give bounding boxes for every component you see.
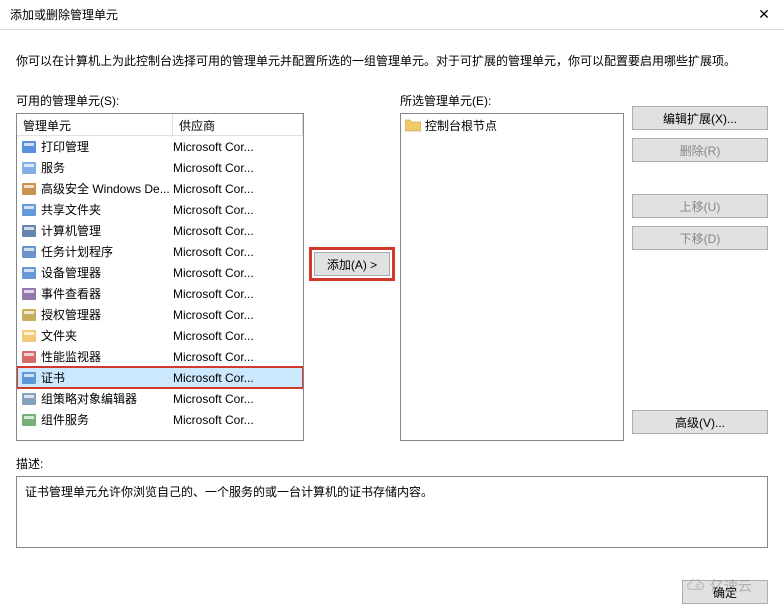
snapin-name: 文件夹 <box>41 327 173 344</box>
list-item[interactable]: 性能监视器 Microsoft Cor... <box>17 346 303 367</box>
list-body[interactable]: 打印管理 Microsoft Cor... 服务 Microsoft Cor..… <box>17 136 303 441</box>
window-title: 添加或删除管理单元 <box>10 6 118 23</box>
list-item[interactable]: 打印管理 Microsoft Cor... <box>17 136 303 157</box>
snapin-vendor: Microsoft Cor... <box>173 287 303 301</box>
snapin-vendor: Microsoft Cor... <box>173 266 303 280</box>
list-item[interactable]: 高级安全 Windows De... Microsoft Cor... <box>17 178 303 199</box>
snapin-name: 共享文件夹 <box>41 201 173 218</box>
list-item[interactable]: 事件查看器 Microsoft Cor... <box>17 283 303 304</box>
folder-icon <box>21 328 37 344</box>
gear-icon <box>21 160 37 176</box>
move-up-button[interactable]: 上移(U) <box>632 194 768 218</box>
snapin-vendor: Microsoft Cor... <box>173 182 303 196</box>
cert-icon <box>21 370 37 386</box>
printer-icon <box>21 139 37 155</box>
ok-button[interactable]: 确定 <box>682 580 768 604</box>
snapin-vendor: Microsoft Cor... <box>173 203 303 217</box>
snapin-vendor: Microsoft Cor... <box>173 329 303 343</box>
snapin-vendor: Microsoft Cor... <box>173 392 303 406</box>
description-text: 证书管理单元允许你浏览自己的、一个服务的或一台计算机的证书存储内容。 <box>25 485 433 499</box>
available-label: 可用的管理单元(S): <box>16 92 304 109</box>
snapin-vendor: Microsoft Cor... <box>173 371 303 385</box>
snapin-name: 高级安全 Windows De... <box>41 180 173 197</box>
intro-text: 你可以在计算机上为此控制台选择可用的管理单元并配置所选的一组管理单元。对于可扩展… <box>16 52 768 70</box>
snapin-name: 打印管理 <box>41 138 173 155</box>
available-listbox[interactable]: 管理单元 供应商 打印管理 Microsoft Cor... 服务 Micros… <box>16 113 304 441</box>
list-item[interactable]: 组件服务 Microsoft Cor... <box>17 409 303 430</box>
description-label: 描述: <box>16 455 768 472</box>
list-item[interactable]: 组策略对象编辑器 Microsoft Cor... <box>17 388 303 409</box>
list-item[interactable]: 授权管理器 Microsoft Cor... <box>17 304 303 325</box>
list-item[interactable]: 服务 Microsoft Cor... <box>17 157 303 178</box>
close-icon: ✕ <box>758 6 770 23</box>
remove-button[interactable]: 删除(R) <box>632 138 768 162</box>
list-item[interactable]: 任务计划程序 Microsoft Cor... <box>17 241 303 262</box>
snapin-vendor: Microsoft Cor... <box>173 161 303 175</box>
device-icon <box>21 265 37 281</box>
clock-icon <box>21 244 37 260</box>
folder-icon <box>405 118 421 132</box>
snapin-vendor: Microsoft Cor... <box>173 413 303 427</box>
snapin-name: 事件查看器 <box>41 285 173 302</box>
selected-tree[interactable]: 控制台根节点 <box>400 113 624 441</box>
list-item[interactable]: 计算机管理 Microsoft Cor... <box>17 220 303 241</box>
snapin-name: 组件服务 <box>41 411 173 428</box>
gpo-icon <box>21 391 37 407</box>
description-box: 证书管理单元允许你浏览自己的、一个服务的或一台计算机的证书存储内容。 <box>16 476 768 548</box>
edit-extensions-button[interactable]: 编辑扩展(X)... <box>632 106 768 130</box>
event-icon <box>21 286 37 302</box>
list-item[interactable]: 文件夹 Microsoft Cor... <box>17 325 303 346</box>
snapin-name: 计算机管理 <box>41 222 173 239</box>
snapin-name: 服务 <box>41 159 173 176</box>
snapin-name: 证书 <box>41 369 173 386</box>
list-item[interactable]: 证书 Microsoft Cor... <box>17 367 303 388</box>
snapin-vendor: Microsoft Cor... <box>173 350 303 364</box>
computer-icon <box>21 223 37 239</box>
list-item[interactable]: 设备管理器 Microsoft Cor... <box>17 262 303 283</box>
list-item[interactable]: 共享文件夹 Microsoft Cor... <box>17 199 303 220</box>
snapin-name: 设备管理器 <box>41 264 173 281</box>
header-vendor[interactable]: 供应商 <box>173 114 303 135</box>
snapin-name: 组策略对象编辑器 <box>41 390 173 407</box>
snapin-name: 授权管理器 <box>41 306 173 323</box>
comp-icon <box>21 412 37 428</box>
header-name[interactable]: 管理单元 <box>17 114 173 135</box>
perf-icon <box>21 349 37 365</box>
add-button[interactable]: 添加(A) > <box>314 252 390 276</box>
snapin-vendor: Microsoft Cor... <box>173 245 303 259</box>
tree-root-item[interactable]: 控制台根节点 <box>403 116 621 134</box>
snapin-vendor: Microsoft Cor... <box>173 224 303 238</box>
snapin-vendor: Microsoft Cor... <box>173 140 303 154</box>
share-icon <box>21 202 37 218</box>
titlebar: 添加或删除管理单元 ✕ <box>0 0 784 30</box>
tree-root-label: 控制台根节点 <box>425 117 497 134</box>
list-header: 管理单元 供应商 <box>17 114 303 136</box>
auth-icon <box>21 307 37 323</box>
selected-label: 所选管理单元(E): <box>400 92 624 109</box>
snapin-vendor: Microsoft Cor... <box>173 308 303 322</box>
snapin-name: 任务计划程序 <box>41 243 173 260</box>
advanced-button[interactable]: 高级(V)... <box>632 410 768 434</box>
snapin-name: 性能监视器 <box>41 348 173 365</box>
close-button[interactable]: ✕ <box>744 1 784 29</box>
firewall-icon <box>21 181 37 197</box>
move-down-button[interactable]: 下移(D) <box>632 226 768 250</box>
